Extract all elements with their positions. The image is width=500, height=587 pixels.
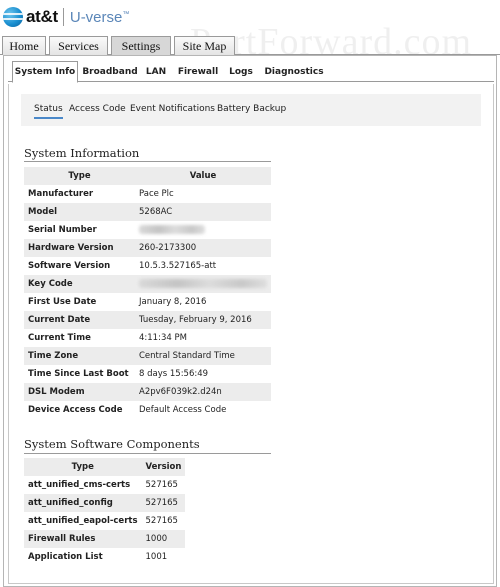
table-row: First Use Date January 8, 2016 bbox=[24, 293, 271, 311]
logo-brand-text: at&t bbox=[26, 7, 58, 26]
row-value: Tuesday, February 9, 2016 bbox=[135, 311, 271, 329]
subtab-logs[interactable]: Logs bbox=[228, 61, 254, 82]
table-row: Firewall Rules 1000 bbox=[24, 530, 186, 548]
row-type: Current Date bbox=[24, 311, 135, 329]
app-header: at&t U-verse™ PortForward.com bbox=[0, 0, 500, 63]
row-type: Key Code bbox=[24, 275, 135, 293]
table-row: Manufacturer Pace Plc bbox=[24, 185, 271, 203]
row-value: January 8, 2016 bbox=[139, 297, 207, 307]
row-type: att_unified_eapol-certs bbox=[28, 516, 138, 526]
row-value-redacted bbox=[135, 275, 271, 293]
table-header-row: Type Value bbox=[24, 167, 271, 185]
subtab-diagnostics[interactable]: Diagnostics bbox=[264, 61, 323, 82]
table-header-row: Type Version bbox=[24, 458, 186, 476]
table-row: Current Date Tuesday, February 9, 2016 bbox=[24, 311, 271, 329]
settings-sub-tabs: System Info Broadband LAN Firewall Logs … bbox=[8, 60, 494, 83]
row-type: Time Zone bbox=[24, 347, 135, 365]
row-version: 1000 bbox=[141, 530, 186, 548]
redacted-serial-number bbox=[139, 225, 205, 234]
column-header-type: Type bbox=[24, 458, 142, 476]
table-row: att_unified_cms-certs 527165 bbox=[24, 476, 185, 494]
subtab-broadband[interactable]: Broadband bbox=[82, 61, 137, 82]
table-row: Software Version 10.5.3.527165-att bbox=[24, 257, 271, 275]
att-uverse-logo[interactable]: at&t U-verse™ bbox=[3, 6, 129, 28]
table-row: Serial Number bbox=[24, 221, 271, 239]
system-info-content: Status Access Code Event Notifications B… bbox=[8, 84, 494, 584]
row-value: Central Standard Time bbox=[135, 347, 271, 365]
row-value: Pace Plc bbox=[139, 189, 174, 199]
row-type: att_unified_config bbox=[24, 494, 142, 512]
row-type: Manufacturer bbox=[28, 189, 94, 199]
row-type: Model bbox=[24, 203, 135, 221]
row-value: 260-2173300 bbox=[135, 239, 271, 257]
row-value: 5268AC bbox=[135, 203, 271, 221]
row-type: Time Since Last Boot bbox=[28, 369, 129, 379]
row-type: Firewall Rules bbox=[24, 530, 142, 548]
section-divider bbox=[24, 453, 271, 454]
link-access-code[interactable]: Access Code bbox=[69, 104, 126, 114]
table-row: Time Zone Central Standard Time bbox=[24, 347, 271, 365]
system-information-title: System Information bbox=[24, 146, 140, 160]
tab-site-map[interactable]: Site Map bbox=[174, 36, 235, 55]
row-type: Current Time bbox=[28, 333, 91, 343]
att-globe-icon bbox=[3, 7, 23, 27]
row-type: Device Access Code bbox=[28, 405, 123, 415]
table-row: Current Time 4:11:34 PM bbox=[24, 329, 271, 347]
table-row: Time Since Last Boot 8 days 15:56:49 bbox=[24, 365, 271, 383]
row-type: DSL Modem bbox=[24, 383, 135, 401]
table-row: Model 5268AC bbox=[24, 203, 271, 221]
table-row: att_unified_config 527165 bbox=[24, 494, 186, 512]
row-version: 527165 bbox=[145, 480, 178, 490]
section-nav: Status Access Code Event Notifications B… bbox=[21, 94, 481, 126]
row-type: att_unified_cms-certs bbox=[28, 480, 131, 490]
subtab-lan[interactable]: LAN bbox=[144, 61, 168, 82]
redacted-key-code bbox=[139, 279, 267, 288]
table-row: DSL Modem A2pv6F039k2.d24n bbox=[24, 383, 271, 401]
link-status[interactable]: Status bbox=[34, 104, 63, 119]
settings-panel: System Info Broadband LAN Firewall Logs … bbox=[3, 55, 497, 587]
table-row: Hardware Version 260-2173300 bbox=[24, 239, 271, 257]
subtab-system-info[interactable]: System Info bbox=[12, 61, 78, 83]
link-battery-backup[interactable]: Battery Backup bbox=[217, 104, 286, 114]
link-event-notifications[interactable]: Event Notifications bbox=[130, 104, 215, 114]
row-value: Default Access Code bbox=[139, 405, 227, 415]
table-row: Application List 1001 bbox=[24, 548, 185, 566]
row-type: Serial Number bbox=[28, 225, 97, 235]
tab-services[interactable]: Services bbox=[49, 36, 108, 55]
tab-settings[interactable]: Settings bbox=[111, 36, 171, 56]
column-header-type: Type bbox=[24, 167, 135, 185]
row-value: 4:11:34 PM bbox=[139, 333, 187, 343]
table-row: Key Code bbox=[24, 275, 271, 293]
subtab-firewall[interactable]: Firewall bbox=[178, 61, 218, 82]
row-type: Software Version bbox=[28, 261, 111, 271]
row-value: 10.5.3.527165-att bbox=[139, 261, 217, 271]
row-type: Application List bbox=[28, 552, 103, 562]
row-value: 8 days 15:56:49 bbox=[139, 369, 209, 379]
system-information-table: Type Value Manufacturer Pace Plc Model 526… bbox=[24, 167, 271, 419]
table-row: att_unified_eapol-certs 527165 bbox=[24, 512, 185, 530]
row-type: First Use Date bbox=[28, 297, 97, 307]
top-nav-tabs: Home Services Settings Site Map bbox=[0, 35, 500, 56]
logo-product-text: U-verse™ bbox=[69, 8, 130, 26]
section-divider bbox=[24, 161, 271, 162]
row-version: 527165 bbox=[145, 516, 178, 526]
row-version: 527165 bbox=[141, 494, 186, 512]
software-components-title: System Software Components bbox=[24, 437, 200, 451]
table-row: Device Access Code Default Access Code bbox=[24, 401, 271, 419]
logo-divider bbox=[62, 8, 64, 26]
software-components-table: Type Version att_unified_cms-certs 527165… bbox=[24, 458, 186, 566]
tab-home[interactable]: Home bbox=[2, 36, 46, 55]
column-header-version: Version bbox=[141, 458, 186, 476]
row-value-redacted bbox=[135, 221, 271, 239]
column-header-value: Value bbox=[135, 167, 271, 185]
row-version: 1001 bbox=[145, 552, 168, 562]
row-value: A2pv6F039k2.d24n bbox=[135, 383, 271, 401]
row-type: Hardware Version bbox=[24, 239, 135, 257]
